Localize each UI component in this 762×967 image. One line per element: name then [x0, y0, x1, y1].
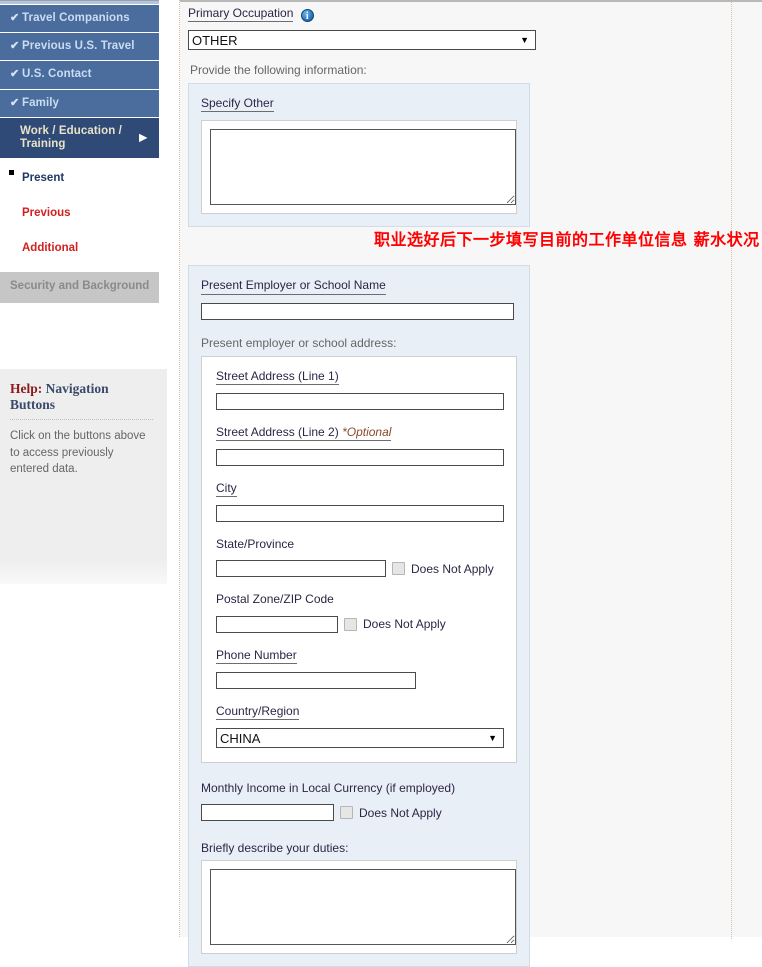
sidebar-item-label: Security and Background: [10, 280, 150, 293]
duties-label: Briefly describe your duties:: [201, 841, 349, 856]
application-page: ✔ Travel Companions ✔ Previous U.S. Travel…: [0, 0, 762, 967]
street1-label: Street Address (Line 1): [216, 369, 339, 385]
monthly-income-label: Monthly Income in Local Currency (if emp…: [201, 780, 456, 795]
income-does-not-apply-label: Does Not Apply: [359, 805, 442, 820]
chevron-right-icon: ▶: [139, 132, 147, 144]
employer-name-label: Present Employer or School Name: [201, 279, 386, 295]
sidebar-subitem-additional[interactable]: Additional: [0, 237, 159, 260]
country-region-select[interactable]: CHINA: [216, 727, 504, 748]
sidebar-item-travel-companions[interactable]: ✔ Travel Companions: [0, 5, 159, 34]
specify-other-panel: Specify Other: [188, 83, 530, 228]
sidebar-item-security-and-background: Security and Background: [0, 272, 159, 303]
sidebar-item-label: Previous U.S. Travel: [22, 40, 135, 53]
country-region-label: Country/Region: [216, 704, 300, 720]
street2-label-text: Street Address (Line 2): [216, 424, 339, 439]
sidebar-subitem-label: Previous: [22, 207, 71, 220]
street2-field: Street Address (Line 2) *Optional: [216, 424, 504, 466]
city-field: City: [216, 481, 504, 523]
postal-code-field: Postal Zone/ZIP Code Does Not Apply: [216, 592, 502, 633]
address-section-label: Present employer or school address:: [201, 335, 397, 350]
employer-name-field: Present Employer or School Name: [201, 278, 517, 320]
employer-panel: Present Employer or School Name Present …: [188, 265, 530, 967]
street2-label: Street Address (Line 2) *Optional: [216, 424, 392, 441]
check-icon: ✔: [10, 68, 20, 81]
help-title: Help: Navigation Buttons: [10, 381, 153, 420]
sidebar-subitem-previous[interactable]: Previous: [0, 202, 159, 225]
specify-other-inner-box: [201, 120, 517, 215]
postal-does-not-apply-checkbox[interactable]: [344, 617, 357, 631]
state-does-not-apply-label: Does Not Apply: [411, 561, 494, 576]
form-container: Primary Occupation i OTHER ▼ Provide the…: [180, 2, 762, 967]
sidebar-subitem-present[interactable]: Present: [0, 167, 159, 190]
sidebar-subitem-label: Additional: [22, 242, 79, 255]
help-title-keyword: Help:: [10, 380, 43, 396]
sidebar-item-family[interactable]: ✔ Family: [0, 89, 159, 118]
phone-number-label: Phone Number: [216, 648, 297, 664]
phone-number-input[interactable]: [216, 671, 416, 689]
chinese-annotation-overlay: 职业选好后下一步填写目前的工作单位信息 薪水状况 及工作描述: [374, 230, 762, 249]
postal-code-label: Postal Zone/ZIP Code: [216, 592, 334, 607]
street2-input[interactable]: [216, 448, 504, 466]
primary-occupation-field: Primary Occupation i OTHER ▼: [188, 6, 762, 51]
sidebar-item-label: Travel Companions: [22, 12, 130, 24]
primary-occupation-select-wrap: OTHER ▼: [188, 30, 536, 51]
primary-occupation-select[interactable]: OTHER: [188, 30, 536, 51]
sidebar-item-label: Work / Education / Training: [20, 124, 122, 151]
sidebar: ✔ Travel Companions ✔ Previous U.S. Travel…: [0, 0, 180, 937]
help-panel: Help: Navigation Buttons Click on the bu…: [0, 368, 167, 584]
sidebar-sub-list: Present Previous Additional: [0, 159, 159, 261]
sidebar-item-work-education-training[interactable]: Work / Education / Training ▶: [0, 117, 159, 160]
city-label: City: [216, 481, 237, 498]
sidebar-item-label: U.S. Contact: [22, 68, 92, 81]
duties-textarea[interactable]: [210, 869, 516, 946]
sidebar-item-label: Family: [22, 96, 60, 109]
state-province-input[interactable]: [216, 560, 386, 578]
duties-inner-box: [201, 860, 517, 955]
duties-field: Briefly describe your duties:: [201, 841, 517, 955]
specify-other-textarea[interactable]: [210, 129, 516, 206]
check-icon: ✔: [10, 96, 20, 109]
primary-occupation-label-row: Primary Occupation i: [188, 6, 762, 23]
income-does-not-apply-checkbox[interactable]: [340, 806, 353, 820]
street1-field: Street Address (Line 1): [216, 369, 504, 410]
phone-number-field: Phone Number: [216, 648, 502, 689]
monthly-income-field: Monthly Income in Local Currency (if emp…: [201, 780, 517, 822]
city-input[interactable]: [216, 505, 504, 523]
address-inner-panel: Street Address (Line 1) Street Address (…: [201, 355, 517, 763]
sidebar-nav-list: ✔ Travel Companions ✔ Previous U.S. Travel…: [0, 0, 167, 584]
current-page-bullet-icon: [9, 170, 14, 176]
main-content: 职业选好后下一步填写目前的工作单位信息 薪水状况 及工作描述 Primary O…: [180, 0, 762, 967]
monthly-income-input[interactable]: [201, 804, 334, 822]
info-icon[interactable]: i: [300, 9, 314, 22]
sidebar-item-us-contact[interactable]: ✔ U.S. Contact: [0, 61, 159, 90]
check-icon: ✔: [10, 40, 20, 53]
primary-occupation-label: Primary Occupation: [188, 6, 294, 23]
postal-code-input[interactable]: [216, 615, 338, 633]
street1-input[interactable]: [216, 392, 504, 410]
specify-other-label: Specify Other: [201, 97, 274, 113]
help-body-text: Click on the buttons above to access pre…: [10, 429, 146, 476]
street2-optional-tag: *Optional: [342, 424, 392, 439]
provide-information-hint: Provide the following information:: [190, 63, 367, 78]
sidebar-subitem-label: Present: [22, 172, 65, 185]
state-does-not-apply-checkbox[interactable]: [392, 562, 405, 576]
country-region-select-wrap: CHINA ▼: [216, 727, 504, 748]
sidebar-item-previous-us-travel[interactable]: ✔ Previous U.S. Travel: [0, 33, 159, 62]
state-province-field: State/Province Does Not Apply: [216, 537, 502, 578]
sidebar-top-rule: [0, 0, 159, 4]
state-province-label: State/Province: [216, 537, 295, 552]
employer-name-input[interactable]: [201, 302, 514, 320]
country-region-field: Country/Region CHINA ▼: [216, 704, 504, 748]
postal-does-not-apply-label: Does Not Apply: [363, 617, 446, 631]
check-icon: ✔: [10, 12, 20, 24]
